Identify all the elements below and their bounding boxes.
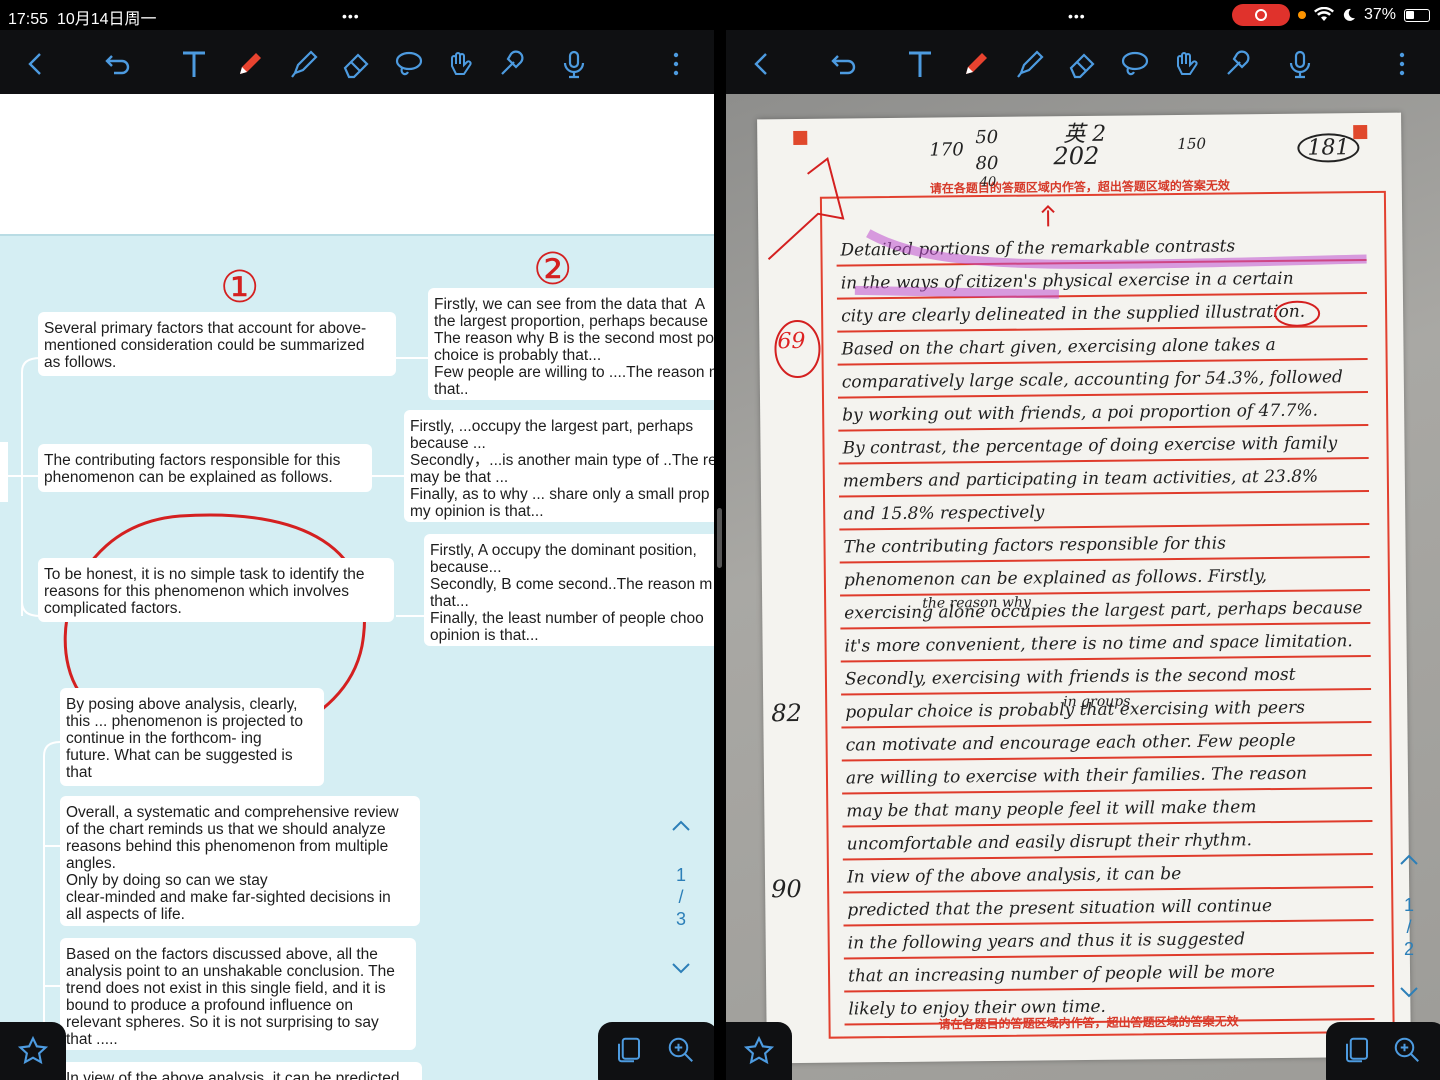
more-icon[interactable] [1382, 44, 1422, 84]
left-page-top [0, 94, 714, 234]
corner-marker [1353, 125, 1368, 140]
node-based-on-factors[interactable]: Based on the factors discussed above, al… [60, 938, 416, 1050]
insert-note: in groups [1063, 693, 1131, 711]
eraser-icon[interactable] [1062, 44, 1102, 84]
pages-icon[interactable] [1342, 1034, 1372, 1066]
node-posing-analysis[interactable]: By posing above analysis, clearly, this … [60, 688, 324, 786]
split-handle[interactable] [717, 508, 722, 568]
star-icon [743, 1035, 775, 1065]
clock: 17:55 10月14日周一 [8, 11, 157, 28]
corner-marker [793, 130, 808, 146]
eraser-icon[interactable] [336, 44, 376, 84]
node-contributing-factors[interactable]: The contributing factors responsible for… [38, 444, 372, 492]
pen-icon[interactable] [230, 44, 270, 84]
page-down-button[interactable] [1394, 982, 1424, 1003]
node-honest[interactable]: To be honest, it is no simple task to id… [38, 558, 394, 622]
moon-icon [1343, 8, 1355, 21]
left-toolbar [0, 30, 714, 94]
lasso-icon[interactable] [1114, 44, 1154, 84]
header-score: 202 [1053, 141, 1100, 171]
essay-line: and 15.8% respectively [843, 502, 1045, 525]
header-score: 150 [1177, 134, 1207, 153]
microphone-icon[interactable] [554, 44, 594, 84]
node-firstly-data[interactable]: Firstly, we can see from the data that A… [428, 288, 714, 400]
answer-sheet-photo[interactable]: 请在各题目的答题区域内作答，超出答题区域的答案无效 请在各题目的答题区域内作答，… [726, 94, 1440, 1080]
multitask-dots-left[interactable]: ••• [342, 8, 360, 24]
undo-icon[interactable] [98, 44, 138, 84]
margin-score: 82 [771, 698, 802, 728]
margin-score: 90 [770, 874, 802, 904]
page-indicator: 1 / 3 [675, 865, 686, 929]
essay-line: The contributing factors responsible for… [843, 533, 1227, 558]
back-icon[interactable] [742, 44, 782, 84]
mindmap-canvas[interactable]: ① ② Several primary factors that account… [0, 234, 714, 1080]
favorite-button[interactable] [726, 1022, 792, 1080]
essay-line: in the following years and thus it is su… [847, 929, 1246, 954]
header-score: 40 [979, 174, 997, 191]
favorite-button[interactable] [0, 1022, 66, 1080]
total-score: 181 [1297, 133, 1360, 163]
essay-line: may be that many people feel it will mak… [846, 797, 1257, 822]
text-icon[interactable] [900, 44, 940, 84]
multitask-dots-right[interactable]: ••• [1068, 8, 1086, 24]
microphone-icon[interactable] [1280, 44, 1320, 84]
essay-line: uncomfortable and easily disrupt their r… [846, 830, 1253, 855]
magic-pen-icon[interactable] [1218, 44, 1258, 84]
node-firstly-dominant[interactable]: Firstly, A occupy the dominant position,… [424, 534, 714, 646]
essay-line: Detailed portions of the remarkable cont… [840, 236, 1236, 261]
page-up-button[interactable] [666, 816, 696, 837]
essay-line: In view of the above analysis, it can be [846, 863, 1182, 888]
header-score: 170 [929, 139, 964, 161]
status-bar: 17:55 10月14日周一 ••• ••• 37% [0, 0, 1440, 30]
mic-indicator-icon [1297, 11, 1306, 19]
header-score: 80 [975, 152, 999, 175]
page-up-button[interactable] [1394, 850, 1424, 871]
text-icon[interactable] [174, 44, 214, 84]
node-firstly-occupy[interactable]: Firstly, ...occupy the largest part, per… [404, 410, 714, 522]
right-pane: 请在各题目的答题区域内作答，超出答题区域的答案无效 请在各题目的答题区域内作答，… [726, 30, 1440, 1080]
page-down-button[interactable] [666, 958, 696, 979]
pen-icon[interactable] [956, 44, 996, 84]
undo-icon[interactable] [824, 44, 864, 84]
right-bottom-tools [1326, 1022, 1440, 1080]
left-pane: ① ② Several primary factors that account… [0, 30, 714, 1080]
header-score: 50 [975, 126, 999, 149]
circle-number-1: ① [220, 262, 260, 313]
zoom-in-icon[interactable] [1392, 1034, 1422, 1066]
screen-record-icon[interactable] [1231, 4, 1290, 26]
star-icon [17, 1035, 49, 1065]
pages-icon[interactable] [614, 1034, 644, 1066]
battery-icon [1404, 8, 1430, 22]
more-icon[interactable] [656, 44, 696, 84]
node-in-view[interactable]: In view of the above analysis, it can be… [60, 1062, 422, 1080]
node-overall-review[interactable]: Overall, a systematic and comprehensive … [60, 796, 420, 926]
highlighter-icon[interactable] [284, 44, 324, 84]
battery-percent: 37% [1363, 6, 1396, 23]
wifi-icon [1313, 7, 1334, 21]
right-toolbar [726, 30, 1440, 94]
node-primary-factors[interactable]: Several primary factors that account for… [38, 312, 396, 376]
hand-icon[interactable] [1166, 44, 1206, 84]
margin-score: 69 [777, 328, 806, 355]
highlighter-icon[interactable] [1010, 44, 1050, 84]
insert-note: the reason why [922, 594, 1031, 612]
status-icons: 37% [1231, 4, 1430, 26]
essay-line: likely to enjoy their own time. [848, 996, 1106, 1020]
back-icon[interactable] [16, 44, 56, 84]
zoom-in-icon[interactable] [666, 1034, 696, 1066]
hand-icon[interactable] [440, 44, 480, 84]
answer-sheet: 请在各题目的答题区域内作答，超出答题区域的答案无效 请在各题目的答题区域内作答，… [757, 112, 1411, 1064]
magic-pen-icon[interactable] [492, 44, 532, 84]
left-bottom-tools [598, 1022, 714, 1080]
page-indicator: 1 / 2 [1403, 895, 1414, 959]
lasso-icon[interactable] [388, 44, 428, 84]
